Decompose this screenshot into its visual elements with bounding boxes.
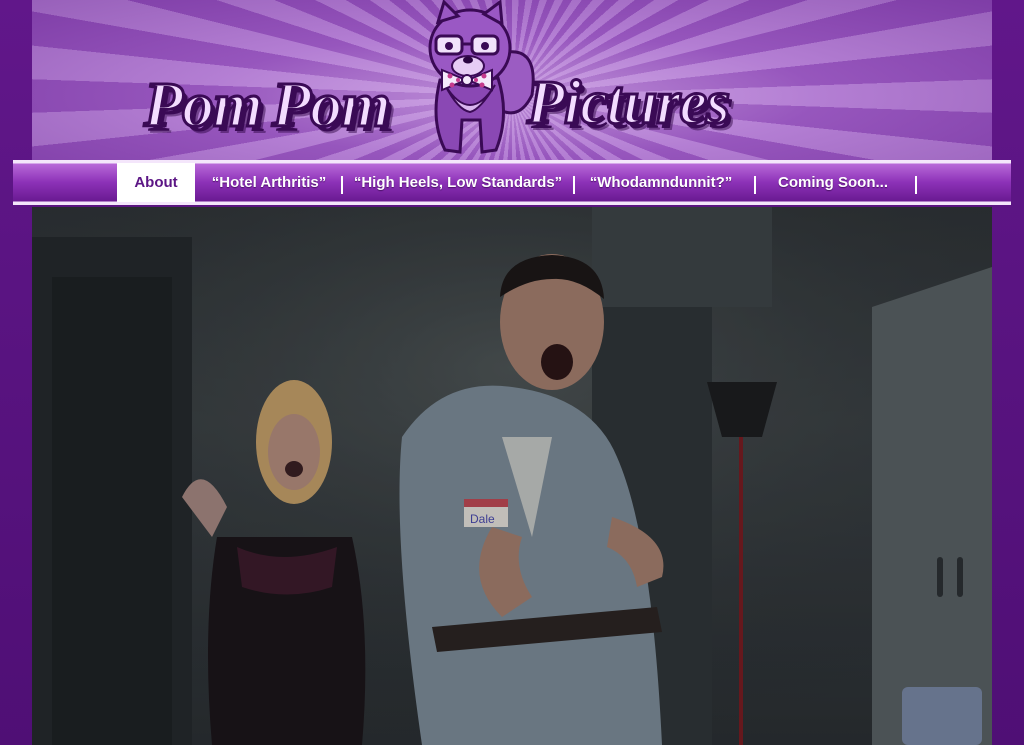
left-border	[0, 0, 32, 745]
main-navigation: About “Hotel Arthritis” “High Heels, Low…	[13, 160, 1011, 205]
nav-item-coming-soon[interactable]: Coming Soon...	[765, 163, 901, 202]
nav-separator	[915, 176, 917, 194]
nav-separator	[573, 176, 575, 194]
nav-item-high-heels[interactable]: “High Heels, Low Standards”	[353, 163, 563, 202]
logo-word-pom-1: Pom	[143, 68, 265, 142]
site-header: Pom Pom Pictures	[32, 0, 992, 160]
nav-item-hotel-arthritis[interactable]: “Hotel Arthritis”	[203, 163, 335, 202]
film-still-image: Dale	[32, 207, 992, 745]
nav-separator	[341, 176, 343, 194]
logo-word-pom-2: Pom	[271, 68, 393, 142]
nav-separator	[754, 176, 756, 194]
hero-image: Dale	[32, 207, 992, 745]
right-border	[992, 0, 1024, 745]
nav-item-about[interactable]: About	[117, 163, 195, 202]
nav-item-whodamndunnit[interactable]: “Whodamndunnit?”	[583, 163, 739, 202]
logo-word-pictures: Pictures	[525, 68, 731, 139]
